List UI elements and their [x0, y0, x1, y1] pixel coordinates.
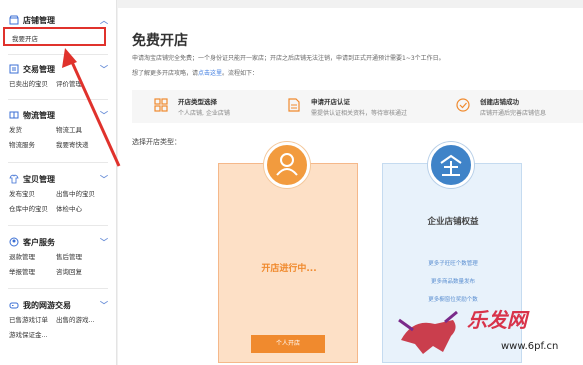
sidebar-section-title: 宝贝管理	[23, 174, 55, 184]
sidebar-item-publish-goods[interactable]: 发布宝贝	[9, 190, 56, 199]
store-status-text: 开店进行中...	[261, 264, 317, 274]
sidebar: 店铺管理 ︿ 我要开店 交易管理 ﹀ 已卖出的宝贝 评价管理 物流管理 ﹀ 发货…	[0, 0, 117, 365]
guide-text: 想了解更多开店攻略，请	[132, 70, 199, 77]
sidebar-item-send-express[interactable]: 我要寄快递	[56, 141, 103, 150]
sidebar-section-header[interactable]: 物流管理 ﹀	[0, 108, 117, 122]
step-title: 开店类型选择	[178, 98, 217, 106]
sidebar-section-header[interactable]: 客户服务 ﹀	[0, 235, 117, 249]
sidebar-section-title: 我的网游交易	[23, 300, 71, 310]
sidebar-item-ship[interactable]: 发货	[9, 126, 56, 135]
chevron-down-icon[interactable]: ﹀	[100, 64, 108, 75]
chevron-down-icon[interactable]: ﹀	[100, 174, 108, 185]
process-steps: 开店类型选择 个人店铺, 企业店铺 申请开店认证 需提供认证相关资料，等待审核通…	[132, 90, 583, 123]
step-desc: 店铺开通后完善店铺信息	[480, 110, 547, 117]
guide-link[interactable]: 点击这里	[198, 70, 222, 77]
sidebar-item-goods-on-sale[interactable]: 出售中的宝贝	[56, 190, 103, 199]
sidebar-item-reviews[interactable]: 评价管理	[56, 80, 103, 89]
sidebar-item-health-check[interactable]: 体检中心	[56, 205, 103, 214]
sidebar-section-logistics: 物流管理 ﹀ 发货 物流工具 物流服务 我要寄快递	[0, 108, 117, 150]
sidebar-section-header[interactable]: 我的网游交易 ﹀	[0, 298, 117, 312]
guide-line: 想了解更多开店攻略，请点击这里。流程如下：	[132, 68, 258, 77]
step-title: 创建店铺成功	[480, 98, 519, 106]
store-icon	[9, 15, 19, 25]
sidebar-section-title: 店铺管理	[23, 15, 55, 25]
person-icon	[264, 142, 310, 188]
chevron-down-icon[interactable]: ﹀	[100, 237, 108, 248]
sidebar-item-sold-goods[interactable]: 已卖出的宝贝	[9, 80, 56, 89]
watermark-brand: 乐发网	[467, 308, 527, 332]
step-desc: 需提供认证相关资料，等待审核通过	[311, 110, 408, 117]
logistics-icon	[9, 111, 19, 119]
sidebar-section-header[interactable]: 交易管理 ﹀	[0, 62, 117, 76]
sidebar-item-logistics-service[interactable]: 物流服务	[9, 141, 56, 150]
divider	[8, 162, 108, 163]
sidebar-item-label: 我要开店	[12, 35, 38, 43]
chevron-down-icon[interactable]: ﹀	[100, 300, 108, 311]
personal-store-button[interactable]: 个人开店	[251, 335, 325, 353]
sidebar-section-trade: 交易管理 ﹀ 已卖出的宝贝 评价管理	[0, 62, 117, 89]
page-title: 免费开店	[132, 32, 188, 48]
sidebar-item-logistics-tools[interactable]: 物流工具	[56, 126, 103, 135]
sidebar-item-game-orders[interactable]: 已售游戏订单	[9, 316, 56, 325]
guide-text: 。流程如下：	[222, 70, 259, 77]
document-icon	[288, 98, 300, 112]
goods-icon	[9, 174, 19, 184]
trade-icon	[9, 64, 19, 74]
watermark-url: www.6pf.cn	[501, 341, 559, 352]
sidebar-item-open-store[interactable]: 我要开店	[3, 27, 106, 46]
sidebar-section-title: 交易管理	[23, 64, 55, 74]
sidebar-section-title: 物流管理	[23, 110, 55, 120]
sidebar-item-games-for-sale[interactable]: 出售的游戏...	[56, 316, 103, 325]
sidebar-item-inquiries[interactable]: 咨询回复	[56, 268, 103, 277]
step-choose-type: 开店类型选择 个人店铺, 企业店铺	[154, 96, 230, 117]
sidebar-section-header[interactable]: 宝贝管理 ﹀	[0, 172, 117, 186]
game-icon	[9, 302, 19, 309]
grid-icon	[154, 98, 168, 112]
chevron-up-icon[interactable]: ︿	[100, 15, 108, 26]
step-title: 申请开店认证	[311, 98, 350, 106]
divider	[8, 288, 108, 289]
sidebar-item-reports[interactable]: 举报管理	[9, 268, 56, 277]
sidebar-item-game-deposit[interactable]: 游戏保证金...	[9, 331, 89, 340]
enterprise-icon	[428, 142, 474, 188]
step-apply-auth: 申请开店认证 需提供认证相关资料，等待审核通过	[287, 96, 407, 117]
personal-store-card[interactable]: 开店进行中... 个人开店	[218, 163, 358, 363]
sidebar-item-after-sales[interactable]: 售后管理	[56, 253, 103, 262]
page-description: 申请淘宝店铺完全免费；一个身份证只能开一家店；开店之后店铺无法注销，申请到正式开…	[132, 55, 445, 62]
check-circle-icon	[456, 98, 470, 112]
chevron-down-icon[interactable]: ﹀	[100, 110, 108, 121]
sidebar-section-store: 店铺管理 ︿	[0, 13, 117, 27]
sidebar-section-goods: 宝贝管理 ﹀ 发布宝贝 出售中的宝贝 仓库中的宝贝 体检中心	[0, 172, 117, 214]
sidebar-section-header[interactable]: 店铺管理 ︿	[0, 13, 117, 27]
sidebar-section-game-trade: 我的网游交易 ﹀ 已售游戏订单 出售的游戏... 游戏保证金...	[0, 298, 117, 340]
divider	[8, 99, 108, 100]
sidebar-item-goods-in-warehouse[interactable]: 仓库中的宝贝	[9, 205, 56, 214]
benefit-item: 更多商品数量发布	[430, 279, 475, 285]
step-desc: 个人店铺, 企业店铺	[178, 110, 230, 117]
sidebar-section-customer: 客户服务 ﹀ 退款管理 售后管理 举报管理 咨询回复	[0, 235, 117, 277]
enterprise-benefits-title: 企业店铺权益	[427, 217, 479, 227]
step-create-success: 创建店铺成功 店铺开通后完善店铺信息	[456, 96, 546, 117]
customer-icon	[9, 237, 19, 247]
sidebar-item-refunds[interactable]: 退款管理	[9, 253, 56, 262]
divider	[8, 225, 108, 226]
benefit-item: 更多子旺旺个数管理	[428, 261, 478, 267]
choose-type-label: 选择开店类型：	[132, 138, 181, 146]
watermark: 乐发网 www.6pf.cn	[393, 300, 583, 365]
sidebar-section-title: 客户服务	[23, 237, 55, 247]
divider	[8, 54, 108, 55]
